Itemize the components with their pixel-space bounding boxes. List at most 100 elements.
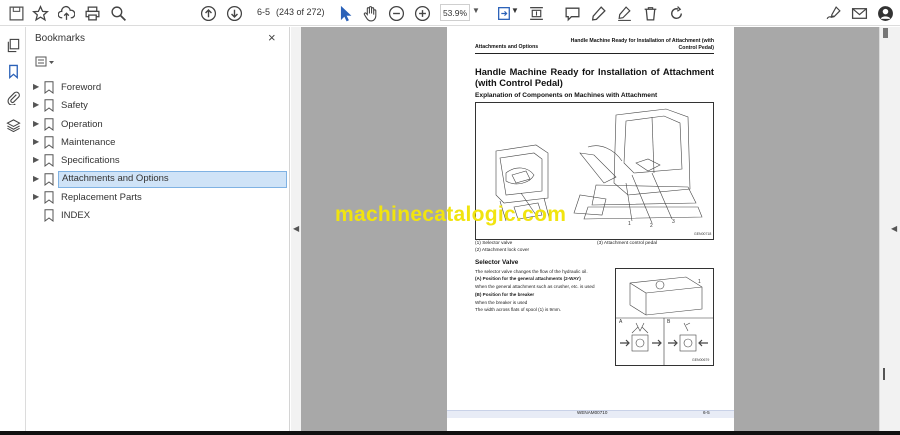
bookmark-label: Foreword — [61, 82, 102, 93]
body-text-line: (A) Position for the general attachments… — [475, 276, 581, 281]
bookmark-maintenance[interactable]: ▶ Maintenance — [27, 134, 290, 152]
scroll-mode-icon[interactable] — [526, 3, 546, 23]
fill-sign-icon[interactable] — [823, 3, 843, 23]
zoom-level-field[interactable]: 53.9% — [440, 4, 470, 21]
toolbar: 6-5 (243 of 272) 53.9% ▼ ▼ — [0, 0, 900, 26]
delete-trash-icon[interactable] — [640, 3, 660, 23]
bookmark-label: INDEX — [61, 210, 91, 221]
bookmark-replacement-parts[interactable]: ▶ Replacement Parts — [27, 189, 290, 207]
body-text-line: When the breaker is used — [475, 300, 528, 305]
bookmark-label: Attachments and Options — [58, 171, 287, 188]
print-icon[interactable] — [82, 3, 102, 23]
page-footer-number: 6-5 — [703, 410, 710, 415]
bookmark-star-icon[interactable] — [30, 3, 50, 23]
expand-arrow-icon[interactable]: ▶ — [33, 100, 39, 109]
bookmarks-panel-icon[interactable] — [4, 62, 22, 80]
section-heading: Selector Valve — [475, 259, 519, 266]
layers-icon[interactable] — [4, 116, 22, 134]
body-text-line: When the general attachment such as crus… — [475, 284, 595, 289]
bookmark-ribbon-icon — [44, 136, 54, 149]
page-thumbnails-icon[interactable] — [4, 36, 22, 54]
bookmark-ribbon-icon — [44, 99, 54, 112]
body-text-line: The width across flats of spool (1) is 9… — [475, 307, 562, 312]
bookmark-label: Replacement Parts — [61, 192, 142, 203]
expand-arrow-icon[interactable]: ▶ — [33, 82, 39, 91]
select-cursor-icon[interactable] — [335, 3, 355, 23]
figure-code: GEN00679 — [692, 358, 710, 362]
navigation-rail — [0, 27, 26, 435]
bookmark-foreword[interactable]: ▶ Foreword — [27, 79, 290, 97]
bookmarks-panel-title: Bookmarks — [35, 33, 86, 44]
bookmark-safety[interactable]: ▶ Safety — [27, 97, 290, 115]
figure-code: GEN00718 — [694, 232, 712, 236]
watermark-text: machinecatalogic.com — [335, 203, 567, 226]
draw-signature-icon[interactable] — [614, 3, 634, 23]
page-header-left: Attachments and Options — [475, 44, 539, 50]
bookmark-operation[interactable]: ▶ Operation — [27, 116, 290, 134]
scrollbar-thumb[interactable] — [883, 368, 885, 380]
fit-dropdown-arrow-icon[interactable]: ▼ — [511, 6, 519, 15]
attachments-paperclip-icon[interactable] — [4, 88, 22, 106]
zoom-in-icon[interactable] — [412, 3, 432, 23]
page-subtitle: Explanation of Components on Machines wi… — [475, 92, 658, 99]
position-a-label: A — [619, 319, 623, 325]
callout-3: 3 — [672, 219, 675, 225]
zoom-out-icon[interactable] — [386, 3, 406, 23]
position-b-label: B — [667, 319, 671, 325]
document-viewer[interactable]: Attachments and Options Handle Machine R… — [301, 27, 879, 435]
callout-2: 2 — [650, 223, 653, 229]
callout-1: 1 — [628, 221, 631, 227]
hand-tool-icon[interactable] — [360, 3, 380, 23]
caption-control-pedal: (3) Attachment control pedal — [597, 241, 657, 246]
find-zoom-icon[interactable] — [108, 3, 128, 23]
header-rule — [475, 53, 714, 54]
bookmark-label: Operation — [61, 119, 103, 130]
bookmark-ribbon-icon — [44, 191, 54, 204]
page-number-input[interactable]: 6-5 — [257, 7, 270, 17]
next-page-icon[interactable] — [224, 3, 244, 23]
body-text-line: (B) Position for the breaker — [475, 292, 535, 297]
expand-right-panel-icon[interactable]: ◀ — [891, 224, 897, 233]
scrollbar-top-marker[interactable] — [883, 28, 888, 38]
bookmark-ribbon-icon — [44, 173, 54, 186]
bookmark-specifications[interactable]: ▶ Specifications — [27, 152, 290, 170]
expand-arrow-icon[interactable]: ▶ — [33, 174, 39, 183]
close-panel-button[interactable]: × — [268, 30, 276, 45]
collapse-left-arrow-icon[interactable]: ◀ — [293, 224, 299, 233]
page-count: (243 of 272) — [276, 7, 325, 17]
selector-valve-figure: A B 1 GEN00679 — [615, 268, 714, 366]
bookmarks-panel: Bookmarks × ▶ Foreword ▶ Safety ▶ Operat… — [27, 27, 290, 435]
expand-arrow-icon[interactable]: ▶ — [33, 155, 39, 164]
bookmark-options-button[interactable] — [35, 55, 57, 69]
bookmark-ribbon-icon — [44, 118, 54, 131]
bottom-edge — [0, 431, 900, 435]
save-icon[interactable] — [6, 3, 26, 23]
previous-page-icon[interactable] — [198, 3, 218, 23]
upload-cloud-icon[interactable] — [56, 3, 76, 23]
comment-icon[interactable] — [562, 3, 582, 23]
page-header-right: Handle Machine Ready for Installation of… — [570, 38, 714, 51]
highlight-pen-icon[interactable] — [588, 3, 608, 23]
bookmark-label: Specifications — [61, 155, 120, 166]
bookmark-label: Safety — [61, 100, 88, 111]
page-footer-code: WENAM00710 — [577, 410, 608, 415]
expand-arrow-icon[interactable]: ▶ — [33, 137, 39, 146]
bookmark-ribbon-icon — [44, 209, 54, 222]
account-avatar-icon[interactable] — [875, 3, 895, 23]
expand-arrow-icon[interactable]: ▶ — [33, 192, 39, 201]
bookmark-label: Maintenance — [61, 137, 116, 148]
zoom-dropdown-arrow-icon[interactable]: ▼ — [472, 6, 480, 15]
caption-lock-cover: (2) Attachment lock cover — [475, 248, 530, 253]
spool-callout: 1 — [698, 279, 701, 285]
expand-arrow-icon[interactable]: ▶ — [33, 119, 39, 128]
page-title: Handle Machine Ready for Installation of… — [475, 67, 714, 88]
caption-selector-valve: (1) Selector valve — [475, 241, 513, 246]
body-text-line: The selector valve changes the flow of t… — [475, 269, 588, 274]
pdf-page: Attachments and Options Handle Machine R… — [447, 27, 734, 435]
bookmark-ribbon-icon — [44, 81, 54, 94]
email-icon[interactable] — [849, 3, 869, 23]
bookmark-attachments-and-options[interactable]: ▶ Attachments and Options — [27, 171, 290, 189]
bookmark-ribbon-icon — [44, 154, 54, 167]
rotate-redo-icon[interactable] — [666, 3, 686, 23]
bookmark-index[interactable]: INDEX — [27, 207, 290, 225]
